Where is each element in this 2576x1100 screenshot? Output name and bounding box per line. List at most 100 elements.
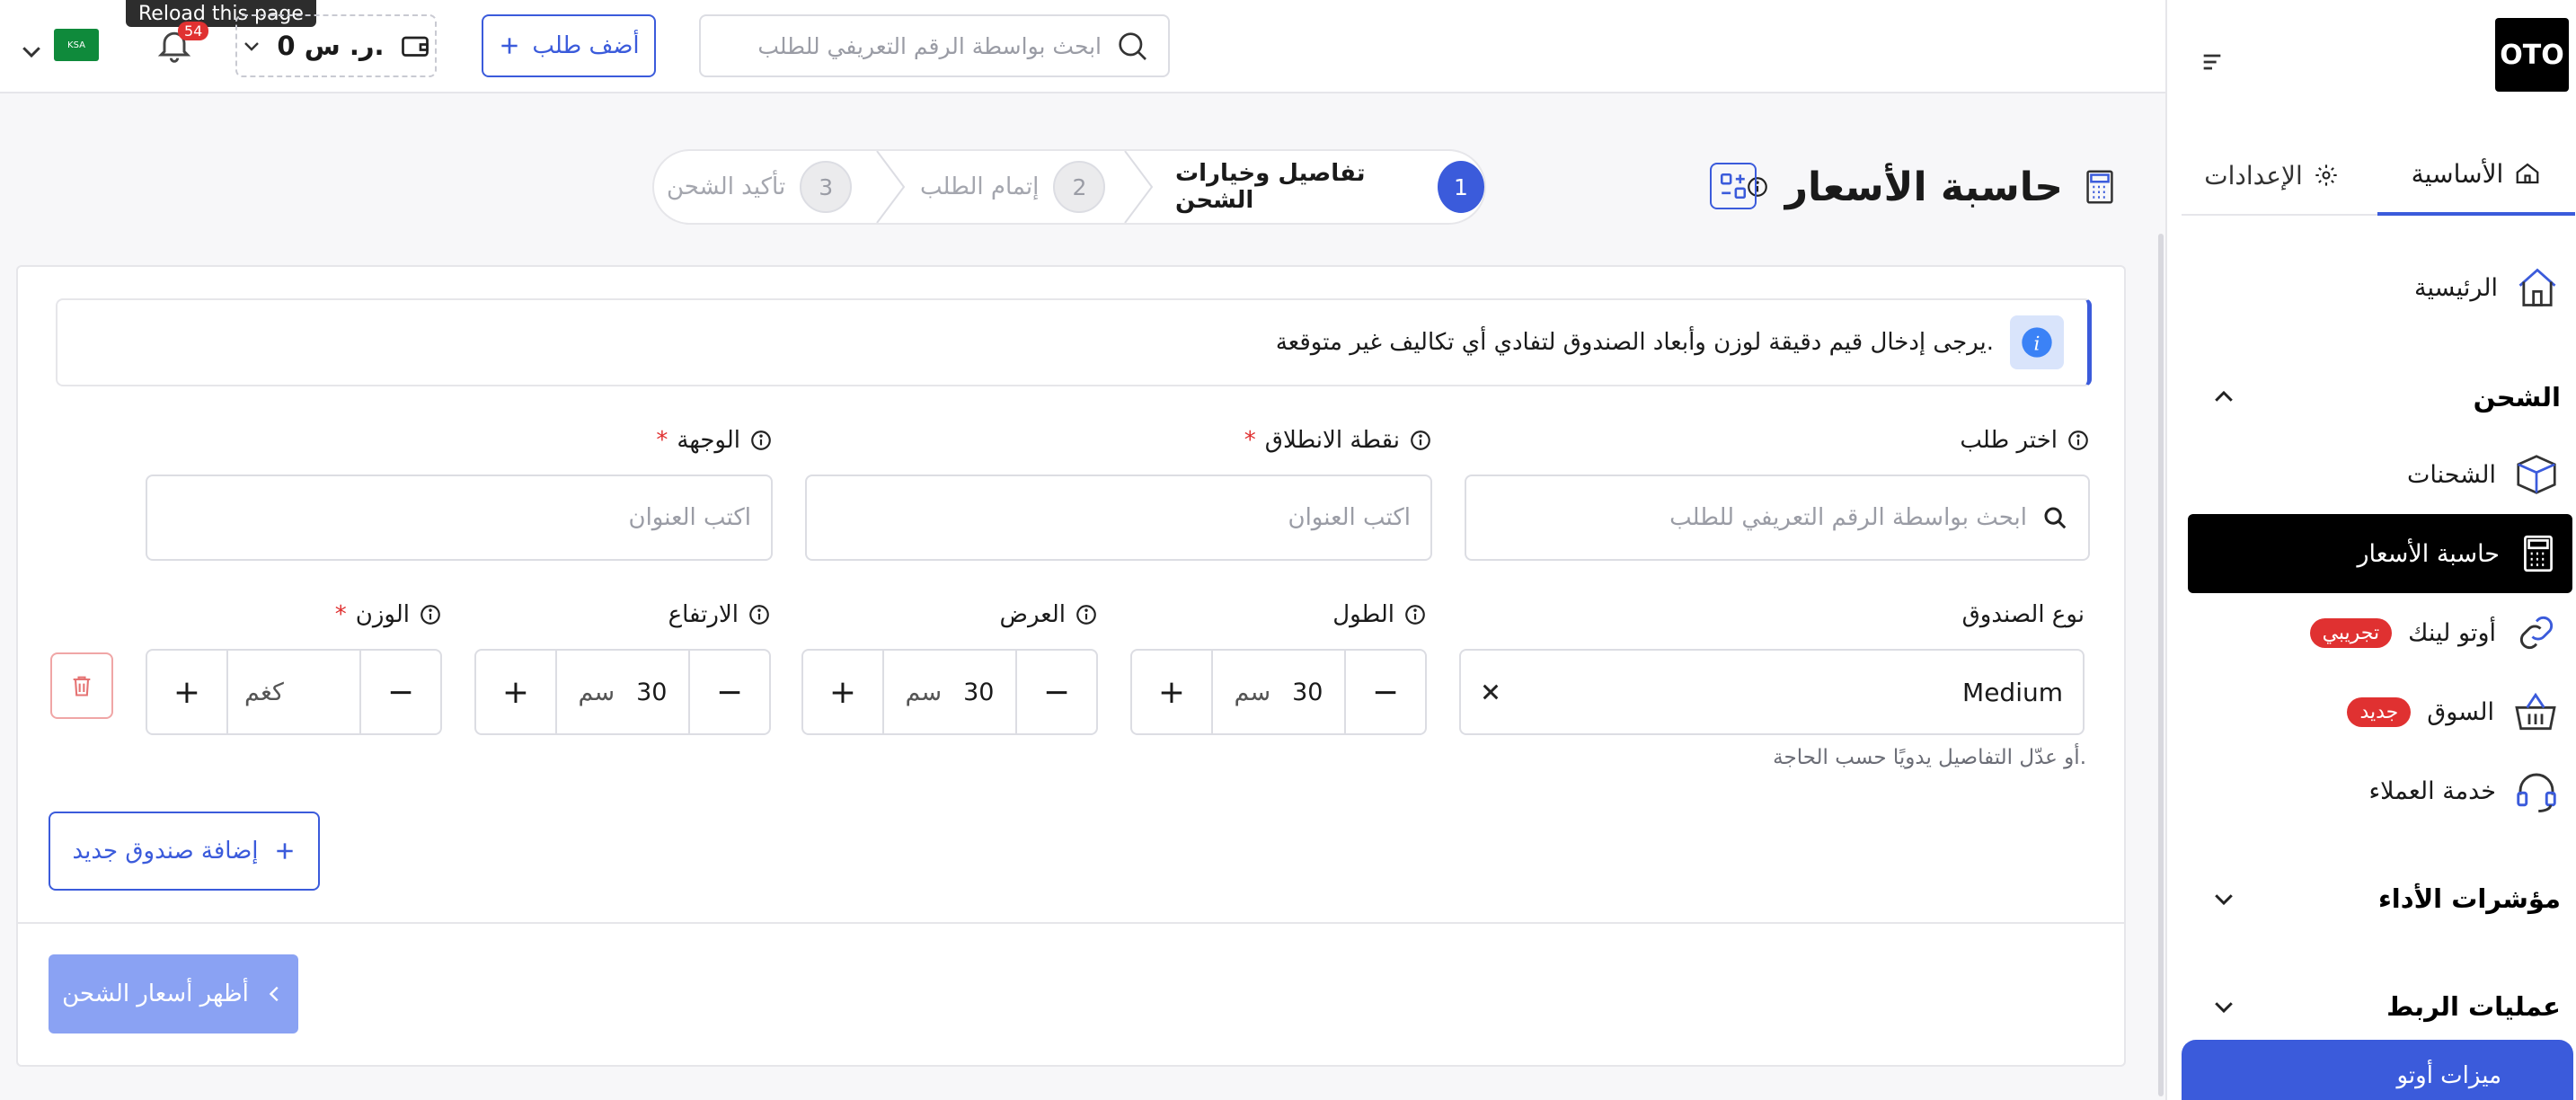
info-icon[interactable] <box>2067 429 2090 452</box>
svg-text:i: i <box>2034 333 2040 355</box>
add-box-label: إضافة صندوق جديد <box>72 838 259 865</box>
add-order-button[interactable]: أضف طلب <box>482 14 656 77</box>
step-label: إتمام الطلب <box>920 173 1040 200</box>
oto-logo[interactable]: OTO <box>2495 18 2569 92</box>
unit-label: سم <box>578 678 615 706</box>
increment-button[interactable]: + <box>476 651 555 733</box>
select-order-label-text: اختر طلب <box>1960 427 2058 454</box>
sidebar-item-customer-service[interactable]: خدمة العملاء <box>2210 764 2561 818</box>
length-stepper: + سم 30 − <box>1130 649 1427 735</box>
step-number: 2 <box>1053 161 1106 213</box>
sidebar-item-oto-link[interactable]: تجريبي أوتو لينك <box>2210 606 2561 660</box>
wallet-balance-button[interactable]: 0 ر. س. <box>235 14 437 77</box>
headset-icon <box>2512 767 2561 815</box>
tab-settings[interactable]: الإعدادات <box>2182 135 2361 216</box>
step-shipping-details[interactable]: تفاصيل وخيارات الشحن 1 <box>1175 151 1484 223</box>
destination-label: * الوجهة <box>146 422 773 458</box>
saudi-flag-icon[interactable]: KSA <box>54 29 99 61</box>
info-icon[interactable] <box>1075 603 1098 626</box>
origin-label-text: نقطة الانطلاق <box>1264 427 1400 454</box>
height-value-field[interactable]: سم 30 <box>555 651 690 733</box>
increment-button[interactable]: + <box>1132 651 1211 733</box>
box-type-select[interactable]: Medium <box>1459 649 2085 735</box>
info-icon[interactable] <box>749 429 773 452</box>
delete-box-button[interactable] <box>50 652 113 719</box>
sidebar-section-kpi-label: مؤشرات الأداء <box>2377 883 2561 914</box>
weight-label-text: الوزن <box>355 601 410 628</box>
origin-placeholder: اكتب العنوان <box>1288 504 1411 531</box>
menu-toggle-icon[interactable] <box>2200 49 2225 75</box>
sidebar-item-market-label: السوق <box>2427 697 2494 726</box>
decrement-button[interactable]: − <box>1017 651 1096 733</box>
select-order-input[interactable]: ابحث بواسطة الرقم التعريفي للطلب ابحث بو… <box>1465 475 2090 561</box>
sidebar-item-shipments[interactable]: الشحنات <box>2210 448 2561 501</box>
tab-main-label: الأساسية <box>2411 158 2504 189</box>
sidebar-item-home[interactable]: الرئيسية <box>2210 261 2561 315</box>
sidebar-item-price-calculator-label: حاسبة الأسعار <box>2357 539 2500 568</box>
increment-button[interactable]: + <box>803 651 882 733</box>
increment-button[interactable]: + <box>147 651 226 733</box>
chevron-down-icon <box>241 35 262 57</box>
weight-value-field[interactable]: كغم <box>226 651 361 733</box>
search-icon <box>2041 504 2068 531</box>
weight-stepper: + كغم − <box>146 649 442 735</box>
show-shipping-prices-button[interactable]: أظهر أسعار الشحن <box>49 954 298 1033</box>
sidebar-item-customer-service-label: خدمة العملاء <box>2368 776 2496 805</box>
gear-icon <box>2314 163 2339 188</box>
step-number: 3 <box>800 161 853 213</box>
origin-label: * نقطة الانطلاق <box>805 422 1432 458</box>
destination-placeholder: اكتب العنوان <box>628 504 751 531</box>
language-chevron-down-icon[interactable] <box>18 38 45 65</box>
sidebar-section-shipping[interactable]: الشحن <box>2210 370 2561 424</box>
box-type-label-text: نوع الصندوق <box>1961 601 2085 628</box>
unit-label: سم <box>905 678 943 706</box>
notice-text: يرجى إدخال قيم دقيقة لوزن وأبعاد الصندوق… <box>1275 329 1994 356</box>
box-type-value: Medium <box>1962 677 2063 707</box>
sidebar-section-kpi[interactable]: مؤشرات الأداء <box>2210 872 2561 926</box>
notifications-count-badge: 54 <box>178 22 209 40</box>
page-header: حاسبة الأسعار <box>1698 151 2120 223</box>
info-icon[interactable] <box>1403 603 1427 626</box>
decrement-button[interactable]: − <box>690 651 769 733</box>
decrement-button[interactable]: − <box>1346 651 1425 733</box>
decrement-button[interactable]: − <box>361 651 440 733</box>
box-type-label: نوع الصندوق <box>1459 597 2085 633</box>
tab-main[interactable]: الأساسية <box>2377 135 2575 216</box>
basket-icon <box>2510 687 2561 737</box>
destination-label-text: الوجهة <box>677 427 740 454</box>
sidebar-section-integrations-label: عمليات الربط <box>2386 991 2561 1022</box>
page-scrollbar[interactable] <box>2158 234 2164 1096</box>
height-value: 30 <box>636 678 668 706</box>
sidebar-tabs: الأساسية الإعدادات <box>2182 135 2575 216</box>
step-number: 1 <box>1438 161 1484 213</box>
oto-features-button[interactable]: ميزات أوتو <box>2182 1040 2573 1100</box>
card-divider <box>16 922 2126 924</box>
weight-placeholder: كغم <box>244 678 284 706</box>
clear-icon[interactable] <box>1481 682 1500 702</box>
box-icon <box>2512 450 2561 499</box>
step-separator-chevron-icon <box>870 151 909 223</box>
tab-settings-label: الإعدادات <box>2204 160 2303 191</box>
step-complete-order[interactable]: إتمام الطلب 2 <box>920 151 1106 223</box>
link-icon <box>2512 608 2561 657</box>
sidebar-item-price-calculator[interactable]: حاسبة الأسعار <box>2210 527 2561 581</box>
calculator-apps-button[interactable] <box>1710 163 1757 209</box>
width-value-field[interactable]: سم 30 <box>882 651 1017 733</box>
select-order-placeholder-text: ابحث بواسطة الرقم التعريفي للطلب <box>1669 504 2027 531</box>
destination-address-input[interactable]: اكتب العنوان <box>146 475 773 561</box>
house-icon <box>2514 264 2561 311</box>
info-icon[interactable] <box>748 603 771 626</box>
width-value: 30 <box>963 678 995 706</box>
length-value-field[interactable]: سم 30 <box>1211 651 1346 733</box>
sidebar-section-integrations[interactable]: عمليات الربط <box>2210 980 2561 1033</box>
step-confirm-shipping[interactable]: تأكيد الشحن 3 <box>667 151 853 223</box>
add-new-box-button[interactable]: إضافة صندوق جديد <box>49 812 320 891</box>
info-icon[interactable] <box>419 603 442 626</box>
info-icon[interactable] <box>1409 429 1432 452</box>
width-label-text: العرض <box>999 601 1066 628</box>
flag-text: KSA <box>67 40 85 50</box>
sidebar-item-market[interactable]: جديد السوق <box>2210 685 2561 739</box>
required-mark: * <box>1244 427 1256 454</box>
origin-address-input[interactable]: اكتب العنوان <box>805 475 1432 561</box>
order-search-input[interactable]: ابحث بواسطة الرقم التعريفي للطلب <box>699 14 1170 77</box>
